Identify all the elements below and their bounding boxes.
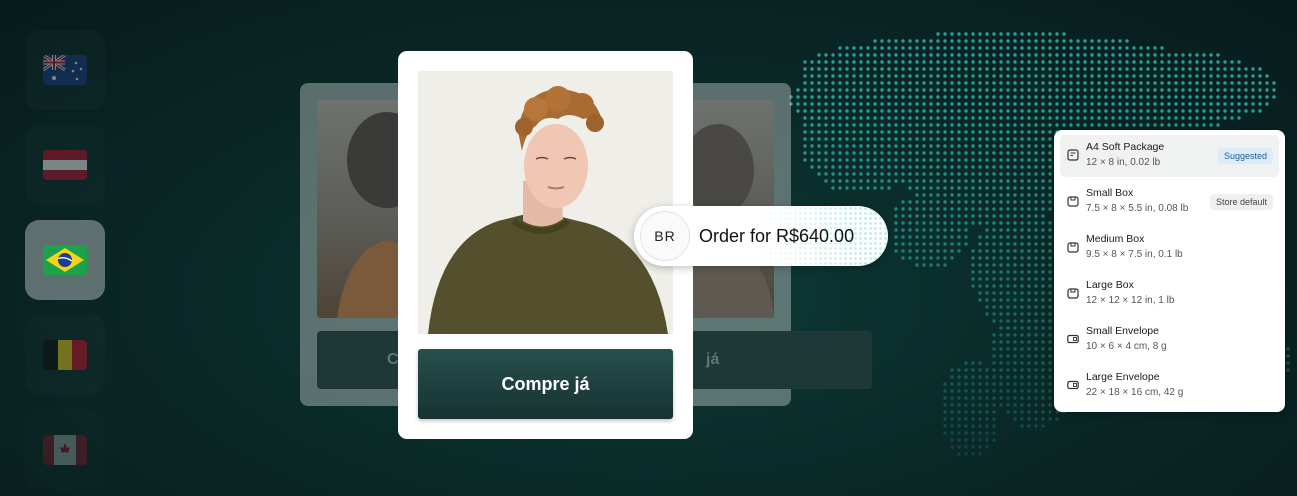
package-name: A4 Soft Package: [1086, 141, 1165, 153]
store-default-badge: Store default: [1209, 194, 1273, 210]
buy-button-label: já: [706, 351, 720, 368]
austria-flag-icon: [43, 150, 87, 180]
flag-tile-canada[interactable]: [25, 410, 105, 490]
suggested-badge: Suggested: [1217, 148, 1273, 164]
package-option-large-envelope[interactable]: Large Envelope 22 × 18 × 16 cm, 42 g: [1060, 365, 1279, 407]
box-icon: [1067, 242, 1079, 253]
package-name: Medium Box: [1086, 233, 1145, 245]
package-name: Small Box: [1086, 187, 1134, 199]
package-name: Large Envelope: [1086, 371, 1160, 383]
package-option-small-box[interactable]: Small Box 7.5 × 8 × 5.5 in, 0.08 lb Stor…: [1060, 181, 1279, 223]
package-option-a4-soft-package[interactable]: A4 Soft Package 12 × 8 in, 0.02 lb Sugge…: [1060, 135, 1279, 177]
flag-tile-australia[interactable]: [25, 30, 105, 110]
package-option-medium-box[interactable]: Medium Box 9.5 × 8 × 7.5 in, 0.1 lb: [1060, 227, 1279, 269]
package-dimensions: 12 × 8 in, 0.02 lb: [1086, 157, 1161, 168]
package-option-small-envelope[interactable]: Small Envelope 10 × 6 × 4 cm, 8 g: [1060, 319, 1279, 361]
package-dimensions: 12 × 12 × 12 in, 1 lb: [1086, 295, 1175, 306]
package-name: Small Envelope: [1086, 325, 1159, 337]
canada-flag-icon: [43, 435, 87, 465]
package-icon: [1067, 149, 1079, 161]
brazil-flag-icon: [43, 245, 87, 275]
package-dimensions: 10 × 6 × 4 cm, 8 g: [1086, 341, 1167, 352]
australia-flag-icon: [43, 55, 87, 85]
order-total-text: Order for R$640.00: [699, 225, 855, 246]
flag-tile-austria[interactable]: [25, 125, 105, 205]
box-icon: [1067, 196, 1079, 207]
buy-button-label: C: [387, 351, 399, 368]
belgium-flag-icon: [43, 340, 87, 370]
package-option-large-box[interactable]: Large Box 12 × 12 × 12 in, 1 lb: [1060, 273, 1279, 315]
envelope-icon: [1067, 380, 1079, 390]
package-dimensions: 22 × 18 × 16 cm, 42 g: [1086, 387, 1184, 398]
package-list: A4 Soft Package 12 × 8 in, 0.02 lb Sugge…: [1054, 130, 1285, 412]
package-name: Large Box: [1086, 279, 1134, 291]
envelope-icon: [1067, 334, 1079, 344]
package-dimensions: 9.5 × 8 × 7.5 in, 0.1 lb: [1086, 249, 1183, 260]
flag-tile-belgium[interactable]: [25, 315, 105, 395]
package-dimensions: 7.5 × 8 × 5.5 in, 0.08 lb: [1086, 203, 1189, 214]
buy-button[interactable]: Compre já: [418, 349, 673, 419]
country-code-badge: BR: [640, 211, 690, 261]
order-notification: BR Order for R$640.00: [634, 206, 888, 266]
product-photo: [418, 71, 673, 334]
box-icon: [1067, 288, 1079, 299]
flag-tile-brazil[interactable]: [25, 220, 105, 300]
